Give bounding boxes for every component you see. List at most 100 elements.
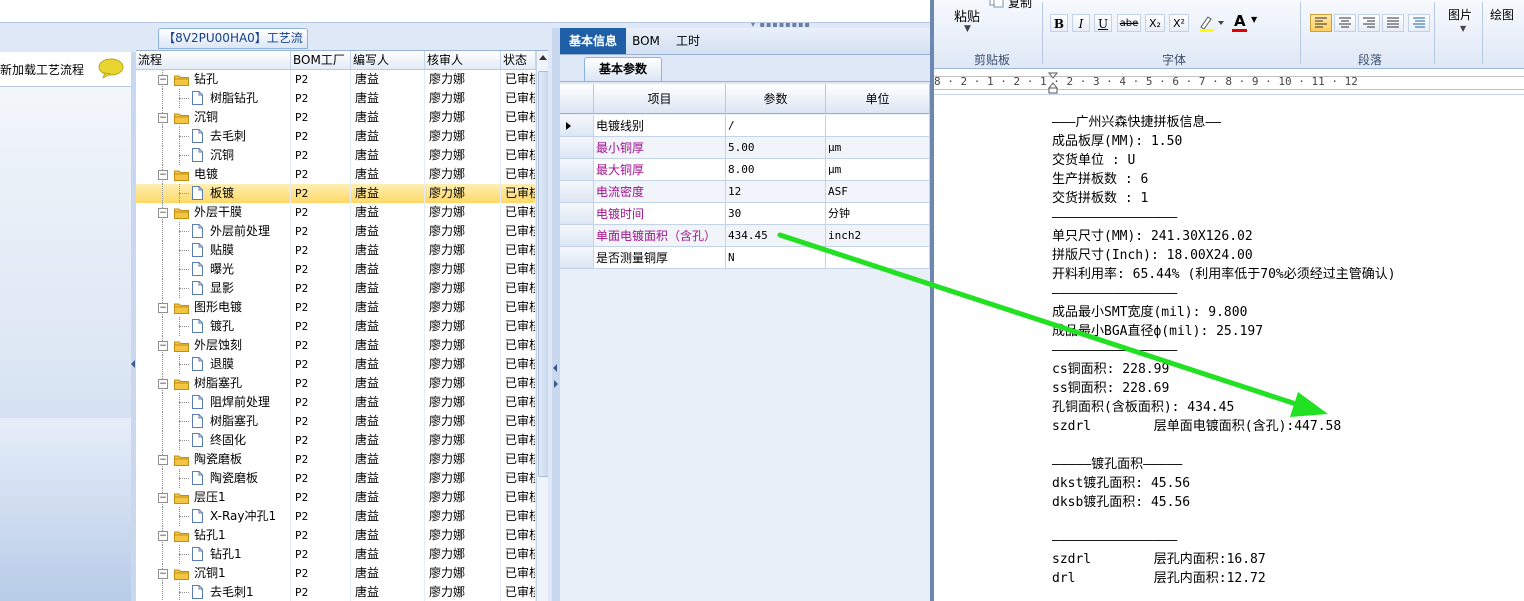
insert-picture-button[interactable]: 图片 xyxy=(1448,6,1472,23)
param-value-cell[interactable]: 30 xyxy=(726,203,826,225)
tab-bom[interactable]: BOM xyxy=(626,28,666,54)
tree-row[interactable]: 陶瓷磨板 P2唐益廖力娜已审核 xyxy=(136,469,536,488)
tree-row[interactable]: 去毛刺 P2唐益廖力娜已审核 xyxy=(136,127,536,146)
param-row[interactable]: 电流密度 12 ASF xyxy=(560,181,930,203)
copy-label[interactable]: 复制 xyxy=(1008,0,1032,11)
col-header-writer[interactable]: 编写人 xyxy=(351,51,425,69)
param-row[interactable]: 电镀时间 30 分钟 xyxy=(560,203,930,225)
font-color-dropdown-icon[interactable]: ▼ xyxy=(1251,15,1257,24)
paste-dropdown-icon[interactable]: ▼ xyxy=(964,24,971,34)
row-indicator[interactable] xyxy=(560,137,594,159)
speech-bubble-icon[interactable] xyxy=(98,58,124,78)
row-indicator[interactable] xyxy=(560,159,594,181)
collapse-node-icon[interactable]: − xyxy=(158,379,168,389)
param-row[interactable]: 最小铜厚 5.00 μm xyxy=(560,137,930,159)
drawing-button[interactable]: 绘图 xyxy=(1490,6,1514,23)
param-value-cell[interactable]: N xyxy=(726,247,826,269)
param-row[interactable]: 电镀线别 / xyxy=(560,115,930,137)
tree-row[interactable]: 去毛刺1 P2唐益廖力娜已审核 xyxy=(136,583,536,601)
highlight-pen-icon[interactable] xyxy=(1198,14,1226,32)
tree-row[interactable]: − 沉铜1 P2唐益廖力娜已审核 xyxy=(136,564,536,583)
bold-button[interactable]: B xyxy=(1050,14,1068,32)
param-row[interactable]: 单面电镀面积（含孔） 434.45 inch2 xyxy=(560,225,930,247)
splitter-arrow-icon[interactable] xyxy=(131,360,135,368)
tree-row[interactable]: − 陶瓷磨板 P2唐益廖力娜已审核 xyxy=(136,450,536,469)
row-indicator[interactable] xyxy=(560,181,594,203)
tree-row[interactable]: 沉铜 P2唐益廖力娜已审核 xyxy=(136,146,536,165)
collapse-node-icon[interactable]: − xyxy=(158,493,168,503)
splitter-right-arrow-icon[interactable] xyxy=(554,380,558,388)
tab-basic-info[interactable]: 基本信息 xyxy=(560,28,626,54)
justify-button[interactable] xyxy=(1382,14,1404,32)
underline-button[interactable]: U xyxy=(1094,14,1112,32)
row-indicator[interactable] xyxy=(560,115,594,137)
tree-row[interactable]: X-Ray冲孔1 P2唐益廖力娜已审核 xyxy=(136,507,536,526)
document-page[interactable]: ———广州兴森快捷拼板信息—— 成品板厚(MM): 1.50 交货单位 : U 生产拼… xyxy=(934,95,1524,601)
tree-row[interactable]: − 层压1 P2唐益廖力娜已审核 xyxy=(136,488,536,507)
scroll-up-icon[interactable] xyxy=(539,55,547,60)
tree-row[interactable]: − 沉铜 P2唐益廖力娜已审核 xyxy=(136,108,536,127)
tree-row[interactable]: 树脂塞孔 P2唐益廖力娜已审核 xyxy=(136,412,536,431)
indent-marker-icon[interactable] xyxy=(1048,72,1058,94)
tree-row[interactable]: 外层前处理 P2唐益廖力娜已审核 xyxy=(136,222,536,241)
horizontal-ruler[interactable]: 8 · 2 · 1 · 2 · 1 · 2 · 3 · 4 · 5 · 6 · … xyxy=(934,70,1524,95)
align-left-button[interactable] xyxy=(1310,14,1332,32)
align-right-button[interactable] xyxy=(1358,14,1380,32)
scrollbar-thumb[interactable] xyxy=(538,71,548,477)
collapse-node-icon[interactable]: − xyxy=(158,208,168,218)
italic-button[interactable]: I xyxy=(1072,14,1090,32)
col-header-process[interactable]: 流程 xyxy=(136,51,291,69)
collapse-node-icon[interactable]: − xyxy=(158,569,168,579)
tree-row[interactable]: 退膜 P2唐益廖力娜已审核 xyxy=(136,355,536,374)
param-row[interactable]: 最大铜厚 8.00 μm xyxy=(560,159,930,181)
tree-row[interactable]: 钻孔1 P2唐益廖力娜已审核 xyxy=(136,545,536,564)
tree-row[interactable]: 曝光 P2唐益廖力娜已审核 xyxy=(136,260,536,279)
splitter-left-arrow-icon[interactable] xyxy=(553,364,557,372)
col-header-item[interactable]: 项目 xyxy=(594,84,726,114)
col-header-reviewer[interactable]: 核审人 xyxy=(425,51,501,69)
align-center-button[interactable] xyxy=(1334,14,1356,32)
param-value-cell[interactable]: / xyxy=(726,115,826,137)
load-process-label[interactable]: 新加载工艺流程 xyxy=(0,61,84,78)
superscript-button[interactable]: X² xyxy=(1169,14,1189,32)
collapse-node-icon[interactable]: − xyxy=(158,341,168,351)
collapse-node-icon[interactable]: − xyxy=(158,455,168,465)
collapse-node-icon[interactable]: − xyxy=(158,75,168,85)
tree-row[interactable]: − 钻孔1 P2唐益廖力娜已审核 xyxy=(136,526,536,545)
param-row[interactable]: 是否测量铜厚 N xyxy=(560,247,930,269)
col-header-param[interactable]: 参数 xyxy=(726,84,826,114)
collapse-node-icon[interactable]: − xyxy=(158,531,168,541)
param-value-cell[interactable]: 12 xyxy=(726,181,826,203)
distributed-button[interactable] xyxy=(1408,14,1430,32)
row-indicator[interactable] xyxy=(560,225,594,247)
process-tab[interactable]: 【8V2PU00HA0】工艺流程 xyxy=(158,28,308,64)
col-header-bom-plant[interactable]: BOM工厂 xyxy=(291,51,351,69)
col-header-status[interactable]: 状态 xyxy=(501,51,536,69)
tree-row[interactable]: − 外层干膜 P2唐益廖力娜已审核 xyxy=(136,203,536,222)
param-value-cell[interactable]: 434.45 xyxy=(726,225,826,247)
tree-row[interactable]: 显影 P2唐益廖力娜已审核 xyxy=(136,279,536,298)
tree-row[interactable]: − 树脂塞孔 P2唐益廖力娜已审核 xyxy=(136,374,536,393)
picture-dropdown-icon[interactable]: ▼ xyxy=(1460,24,1466,33)
subscript-button[interactable]: X₂ xyxy=(1145,14,1165,32)
font-color-button[interactable]: A ▼ xyxy=(1232,12,1262,34)
tree-row[interactable]: 终固化 P2唐益廖力娜已审核 xyxy=(136,431,536,450)
tab-basic-params[interactable]: 基本参数 xyxy=(584,57,662,81)
collapse-node-icon[interactable]: − xyxy=(158,303,168,313)
paste-button[interactable]: 粘贴 xyxy=(954,6,980,25)
param-value-cell[interactable]: 8.00 xyxy=(726,159,826,181)
row-indicator[interactable] xyxy=(560,203,594,225)
strikethrough-button[interactable]: abe xyxy=(1117,14,1141,32)
tree-row[interactable]: 阻焊前处理 P2唐益廖力娜已审核 xyxy=(136,393,536,412)
copy-icon[interactable] xyxy=(988,0,1006,8)
tree-row[interactable]: − 电镀 P2唐益廖力娜已审核 xyxy=(136,165,536,184)
collapse-node-icon[interactable]: − xyxy=(158,113,168,123)
middle-splitter[interactable] xyxy=(552,28,560,601)
col-header-unit[interactable]: 单位 xyxy=(826,84,930,114)
tree-row[interactable]: 镀孔 P2唐益廖力娜已审核 xyxy=(136,317,536,336)
tree-row[interactable]: − 图形电镀 P2唐益廖力娜已审核 xyxy=(136,298,536,317)
tree-row[interactable]: − 钻孔 P2唐益廖力娜已审核 xyxy=(136,70,536,89)
row-indicator[interactable] xyxy=(560,247,594,269)
param-value-cell[interactable]: 5.00 xyxy=(726,137,826,159)
tree-row[interactable]: 贴膜 P2唐益廖力娜已审核 xyxy=(136,241,536,260)
